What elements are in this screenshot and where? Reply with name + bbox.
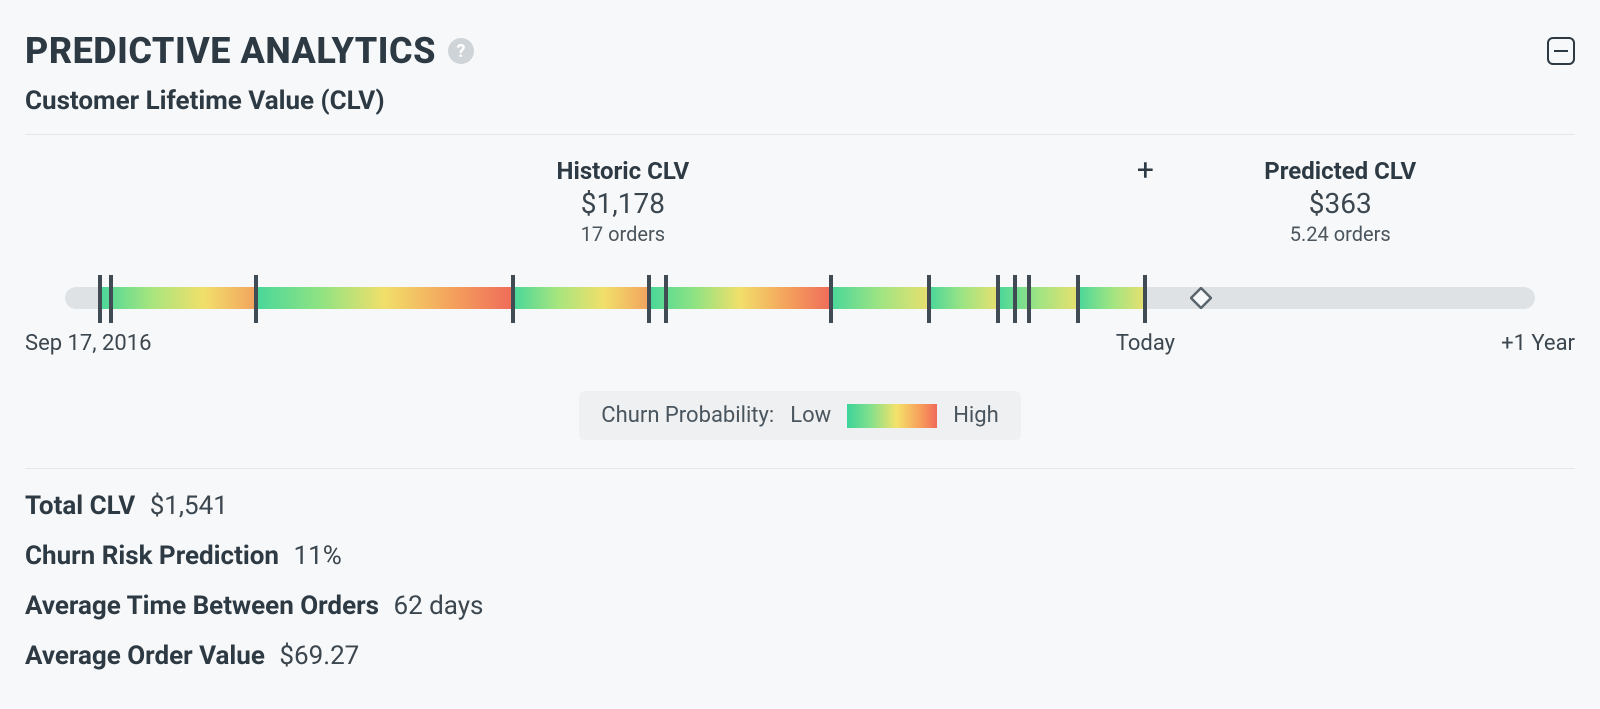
metric-churn-risk: Churn Risk Prediction 11% — [25, 541, 1575, 571]
metric-avg-order: Average Order Value $69.27 — [25, 641, 1575, 671]
order-mark — [996, 275, 1000, 323]
clv-stats-row: Historic CLV $1,178 17 orders + Predicte… — [25, 157, 1575, 267]
order-mark — [1013, 275, 1017, 323]
metric-label: Churn Risk Prediction — [25, 541, 279, 571]
predicted-clv-value: $363 — [1264, 187, 1416, 220]
page-title: PREDICTIVE ANALYTICS — [25, 30, 436, 72]
legend-high-label: High — [953, 403, 999, 428]
metric-total-clv: Total CLV $1,541 — [25, 491, 1575, 521]
predicted-clv-label: Predicted CLV — [1264, 157, 1416, 185]
help-icon[interactable]: ? — [448, 38, 474, 64]
metric-label: Average Time Between Orders — [25, 591, 379, 621]
legend-low-label: Low — [790, 403, 831, 428]
metric-value: 11% — [293, 541, 341, 571]
collapse-button[interactable] — [1547, 37, 1575, 65]
timeline-track — [65, 287, 1535, 309]
historic-clv-block: Historic CLV $1,178 17 orders — [557, 157, 690, 246]
divider — [25, 134, 1575, 135]
order-mark — [1027, 275, 1031, 323]
historic-clv-value: $1,178 — [557, 187, 690, 220]
metric-value: $1,541 — [150, 491, 228, 521]
metrics-list: Total CLV $1,541 Churn Risk Prediction 1… — [25, 491, 1575, 671]
predicted-next-order-marker — [1190, 287, 1212, 309]
today-mark — [1144, 275, 1146, 323]
axis-today-label: Today — [1116, 331, 1175, 356]
historic-clv-orders: 17 orders — [557, 222, 690, 246]
metric-label: Total CLV — [25, 491, 135, 521]
order-mark — [927, 275, 931, 323]
metric-value: $69.27 — [279, 641, 359, 671]
axis-end-label: +1 Year — [1501, 331, 1575, 356]
metric-value: 62 days — [393, 591, 483, 621]
divider — [25, 468, 1575, 469]
axis-start-label: Sep 17, 2016 — [25, 331, 152, 356]
order-mark — [98, 275, 102, 323]
order-mark — [511, 275, 515, 323]
order-mark — [829, 275, 833, 323]
order-mark — [647, 275, 651, 323]
minus-icon — [1554, 50, 1568, 53]
predicted-clv-orders: 5.24 orders — [1264, 222, 1416, 246]
predicted-clv-block: Predicted CLV $363 5.24 orders — [1264, 157, 1416, 246]
order-mark — [664, 275, 668, 323]
order-mark — [109, 275, 113, 323]
section-subtitle: Customer Lifetime Value (CLV) — [25, 86, 1575, 116]
historic-clv-label: Historic CLV — [557, 157, 690, 185]
order-mark — [254, 275, 258, 323]
metric-avg-gap: Average Time Between Orders 62 days — [25, 591, 1575, 621]
order-mark — [1076, 275, 1080, 323]
legend-gradient — [847, 404, 937, 428]
timeline-axis: Sep 17, 2016 Today +1 Year — [25, 331, 1575, 361]
legend-title: Churn Probability: — [601, 403, 774, 428]
clv-timeline — [25, 275, 1575, 325]
plus-icon: + — [1137, 153, 1154, 188]
churn-legend: Churn Probability: Low High — [579, 391, 1020, 440]
metric-label: Average Order Value — [25, 641, 265, 671]
